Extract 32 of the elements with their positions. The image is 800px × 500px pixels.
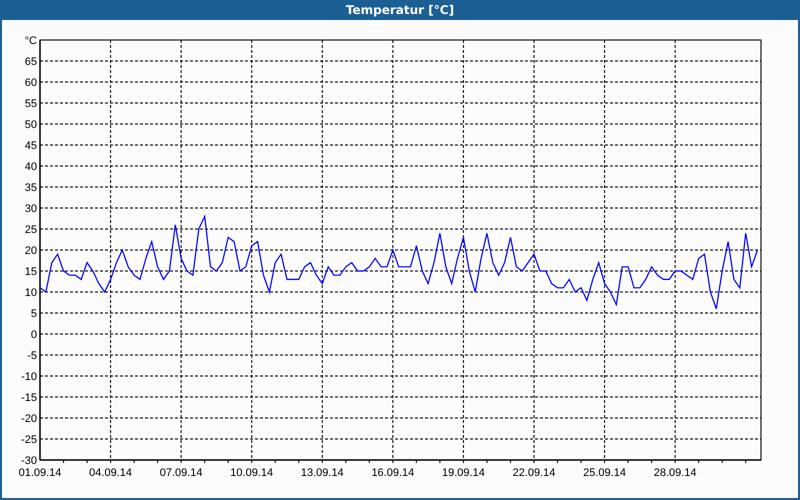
axis-label: 25.09.14 [583, 467, 626, 479]
axis-label: 0 [30, 329, 37, 341]
axis-label: 22.09.14 [512, 467, 556, 479]
axis-label: 5 [30, 308, 37, 320]
axis-label: 19.09.14 [442, 467, 485, 479]
axis-label: 15 [24, 266, 37, 278]
axis-label: 13.09.14 [300, 467, 344, 479]
axis-label: 07.09.14 [160, 467, 203, 479]
axis-label: -25 [21, 434, 37, 446]
axis-label: 45 [24, 140, 37, 152]
axis-label: 28.09.14 [654, 467, 697, 479]
axis-label: 35 [24, 182, 37, 194]
axis-label: 55 [24, 98, 37, 110]
axis-label: 04.09.14 [89, 467, 132, 479]
axis-label: 10.09.14 [230, 467, 274, 479]
axis-label: -10 [21, 371, 37, 383]
axis-unit-label: °C [24, 35, 37, 47]
axis-label: -30 [21, 455, 37, 467]
window-title: Temperatur [°C] [0, 0, 800, 20]
axis-label: 01.09.14 [18, 467, 62, 479]
axis-label: 30 [24, 203, 37, 215]
axis-label: 40 [24, 161, 37, 173]
axis-label: -20 [21, 413, 37, 425]
axis-label: 16.09.14 [371, 467, 414, 479]
axis-label: 25 [24, 224, 37, 236]
axis-label: -5 [27, 350, 37, 362]
axis-label: 20 [24, 245, 37, 257]
axis-label: 60 [24, 77, 37, 89]
axis-label: -15 [21, 392, 37, 404]
axis-label: 50 [24, 119, 37, 131]
axis-label: 65 [24, 56, 37, 68]
axis-label: 10 [24, 287, 37, 299]
